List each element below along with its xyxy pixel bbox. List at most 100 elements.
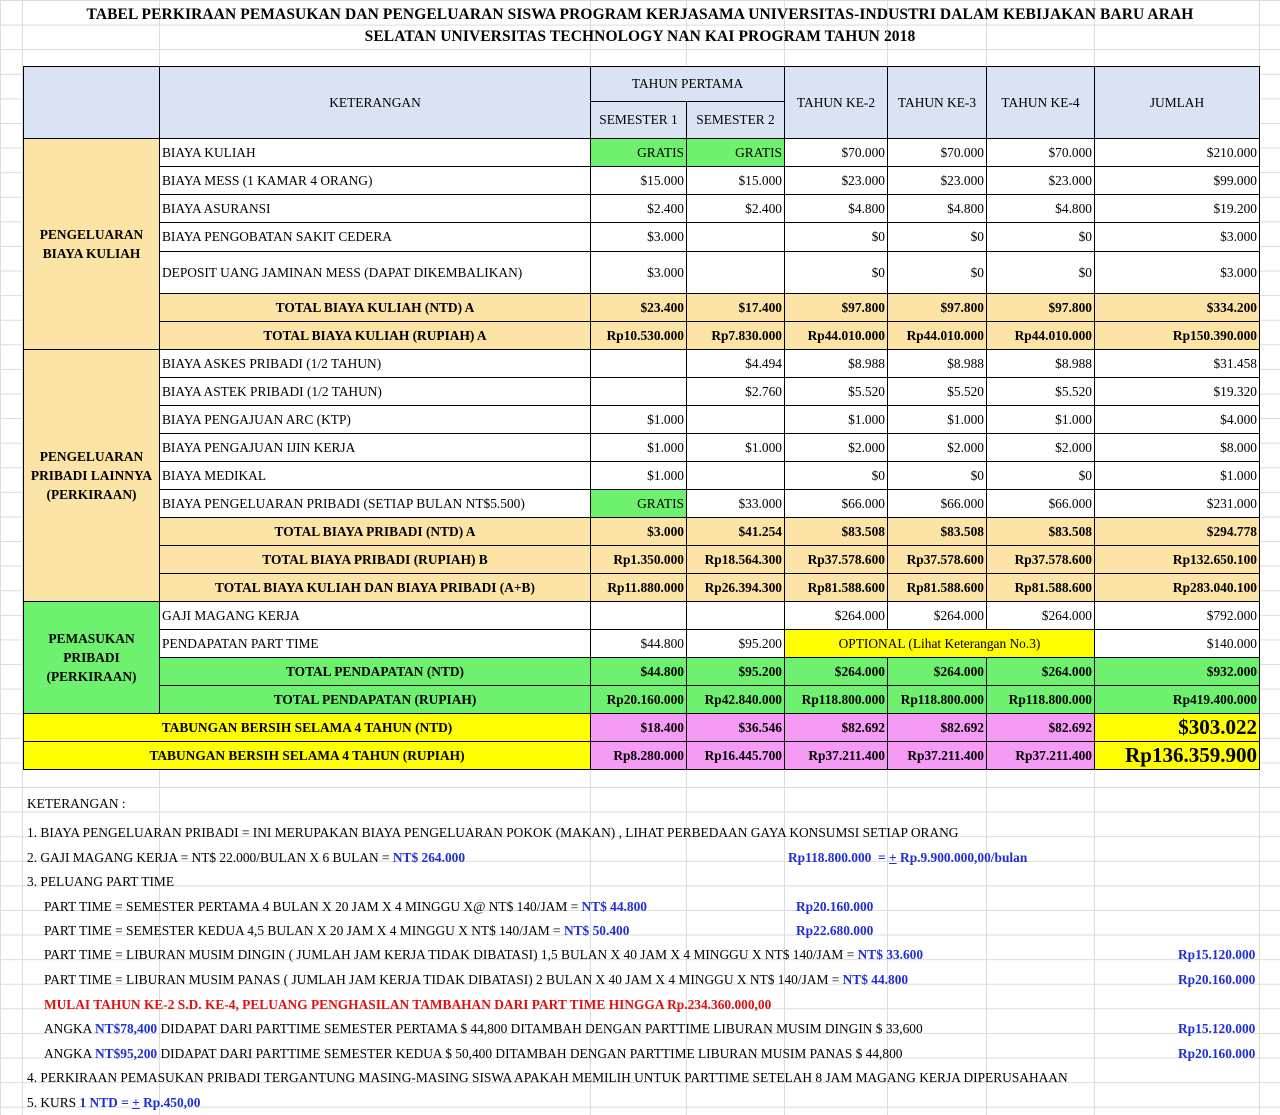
row-cell: $792.000 xyxy=(1094,601,1260,630)
row-cell: Rp132.650.100 xyxy=(1094,545,1260,574)
header-blank xyxy=(23,66,160,139)
optional-cell: OPTIONAL (Lihat Keterangan No.3) xyxy=(784,629,1095,658)
parttime-4: PART TIME = LIBURAN MUSIM PANAS ( JUMLAH… xyxy=(44,972,909,987)
row-cell xyxy=(686,222,785,252)
header-tahun-3: TAHUN KE-3 xyxy=(887,66,987,139)
row-label: TOTAL BIAYA PRIBADI (NTD) A xyxy=(159,517,591,546)
row-cell: $0 xyxy=(986,222,1095,252)
row-cell: $231.000 xyxy=(1094,489,1260,518)
row-cell: Rp18.564.300 xyxy=(686,545,785,574)
row-label: TOTAL BIAYA KULIAH (NTD) A xyxy=(159,293,591,322)
row-cell: $97.800 xyxy=(784,293,888,322)
angka-1: ANGKA NT$78,400 DIDAPAT DARI PARTTIME SE… xyxy=(44,1021,923,1036)
row-cell: $82.692 xyxy=(887,713,987,742)
header-keterangan: KETERANGAN xyxy=(159,66,591,139)
row-cell: $264.000 xyxy=(887,657,987,686)
row-cell: $36.546 xyxy=(686,713,785,742)
row-cell: $264.000 xyxy=(784,657,888,686)
row-cell: $1.000 xyxy=(887,405,987,434)
row-cell: $1.000 xyxy=(686,433,785,462)
row-cell xyxy=(590,377,687,406)
row-label: BIAYA PENGOBATAN SAKIT CEDERA xyxy=(159,222,591,252)
note-2: 2. GAJI MAGANG KERJA = NT$ 22.000/BULAN … xyxy=(27,850,466,865)
row-cell: $82.692 xyxy=(986,713,1095,742)
header-tahun-4: TAHUN KE-4 xyxy=(986,66,1095,139)
parttime-2: PART TIME = SEMESTER KEDUA 4,5 BULAN X 2… xyxy=(44,923,630,938)
row-cell: $82.692 xyxy=(784,713,888,742)
row-cell xyxy=(686,461,785,490)
row-cell: $8.000 xyxy=(1094,433,1260,462)
parttime-1: PART TIME = SEMESTER PERTAMA 4 BULAN X 2… xyxy=(44,899,647,914)
row-cell: Rp81.588.600 xyxy=(986,573,1095,602)
row-cell: $66.000 xyxy=(887,489,987,518)
group-pengeluaran-pribadi: PENGELUARAN PRIBADI LAINNYA (PERKIRAAN) xyxy=(23,349,160,602)
row-cell: Rp37.578.600 xyxy=(784,545,888,574)
row-cell: $1.000 xyxy=(590,405,687,434)
row-cell: Rp20.160.000 xyxy=(590,685,687,714)
row-cell: Rp118.800.000 xyxy=(986,685,1095,714)
header-jumlah: JUMLAH xyxy=(1094,66,1260,139)
row-cell: Rp16.445.700 xyxy=(686,741,785,770)
row-cell: $19.200 xyxy=(1094,194,1260,223)
row-cell: $66.000 xyxy=(986,489,1095,518)
row-label: BIAYA PENGELUARAN PRIBADI (SETIAP BULAN … xyxy=(159,489,591,518)
row-cell xyxy=(686,601,785,630)
row-label: TABUNGAN BERSIH SELAMA 4 TAHUN (RUPIAH) xyxy=(23,741,591,770)
row-cell: Rp150.390.000 xyxy=(1094,321,1260,350)
row-label: BIAYA PENGAJUAN ARC (KTP) xyxy=(159,405,591,434)
row-cell: $95.200 xyxy=(686,657,785,686)
notes-heading: KETERANGAN : xyxy=(27,796,126,811)
row-cell: $5.520 xyxy=(887,377,987,406)
row-cell: Rp118.800.000 xyxy=(887,685,987,714)
row-cell: Rp44.010.000 xyxy=(986,321,1095,350)
row-cell: $2.000 xyxy=(784,433,888,462)
row-cell: $33.000 xyxy=(686,489,785,518)
group-pengeluaran-kuliah: PENGELUARAN BIAYA KULIAH xyxy=(23,138,160,350)
row-cell: $95.200 xyxy=(686,629,785,658)
header-tahun-2: TAHUN KE-2 xyxy=(784,66,888,139)
row-cell: Rp10.530.000 xyxy=(590,321,687,350)
row-cell: $83.508 xyxy=(887,517,987,546)
note-5: 5. KURS 1 NTD = + Rp.450,00 xyxy=(27,1095,201,1110)
row-cell: $1.000 xyxy=(784,405,888,434)
row-cell: Rp81.588.600 xyxy=(784,573,888,602)
row-label: GAJI MAGANG KERJA xyxy=(159,601,591,630)
row-label: TABUNGAN BERSIH SELAMA 4 TAHUN (NTD) xyxy=(23,713,591,742)
note-1: 1. BIAYA PENGELUARAN PRIBADI = INI MERUP… xyxy=(27,825,959,840)
row-cell: $264.000 xyxy=(986,601,1095,630)
header-semester-1: SEMESTER 1 xyxy=(590,101,687,139)
parttime-3-rupiah: Rp15.120.000 xyxy=(1178,947,1256,962)
row-label: BIAYA PENGAJUAN IJIN KERJA xyxy=(159,433,591,462)
row-cell xyxy=(590,349,687,378)
row-cell: $0 xyxy=(784,251,888,294)
row-cell: $0 xyxy=(784,461,888,490)
row-cell: Rp37.211.400 xyxy=(887,741,987,770)
row-cell: $97.800 xyxy=(887,293,987,322)
row-cell: $44.800 xyxy=(590,657,687,686)
angka-2-rupiah: Rp20.160.000 xyxy=(1178,1046,1256,1061)
red-highlight-note: MULAI TAHUN KE-2 S.D. KE-4, PELUANG PENG… xyxy=(44,997,772,1012)
row-cell: $4.800 xyxy=(887,194,987,223)
row-cell: $23.400 xyxy=(590,293,687,322)
row-cell: $3.000 xyxy=(1094,251,1260,294)
row-cell: $2.400 xyxy=(590,194,687,223)
row-cell: Rp8.280.000 xyxy=(590,741,687,770)
row-cell: $1.000 xyxy=(590,461,687,490)
angka-2: ANGKA NT$95,200 DIDAPAT DARI PARTTIME SE… xyxy=(44,1046,903,1061)
row-cell: $264.000 xyxy=(887,601,987,630)
row-cell: $83.508 xyxy=(784,517,888,546)
row-cell: $4.000 xyxy=(1094,405,1260,434)
row-cell: $8.988 xyxy=(784,349,888,378)
row-cell: $17.400 xyxy=(686,293,785,322)
row-label: DEPOSIT UANG JAMINAN MESS (DAPAT DIKEMBA… xyxy=(159,251,591,294)
page-title: TABEL PERKIRAAN PEMASUKAN DAN PENGELUARA… xyxy=(86,6,1194,23)
parttime-1-rupiah: Rp20.160.000 xyxy=(796,899,874,914)
row-label: TOTAL PENDAPATAN (NTD) xyxy=(159,657,591,686)
parttime-3: PART TIME = LIBURAN MUSIM DINGIN ( JUMLA… xyxy=(44,947,924,962)
row-cell: Rp37.211.400 xyxy=(986,741,1095,770)
row-cell: $210.000 xyxy=(1094,138,1260,167)
row-cell: $8.988 xyxy=(986,349,1095,378)
note-3: 3. PELUANG PART TIME xyxy=(27,874,175,889)
row-cell: $3.000 xyxy=(590,222,687,252)
row-label: TOTAL BIAYA PRIBADI (RUPIAH) B xyxy=(159,545,591,574)
